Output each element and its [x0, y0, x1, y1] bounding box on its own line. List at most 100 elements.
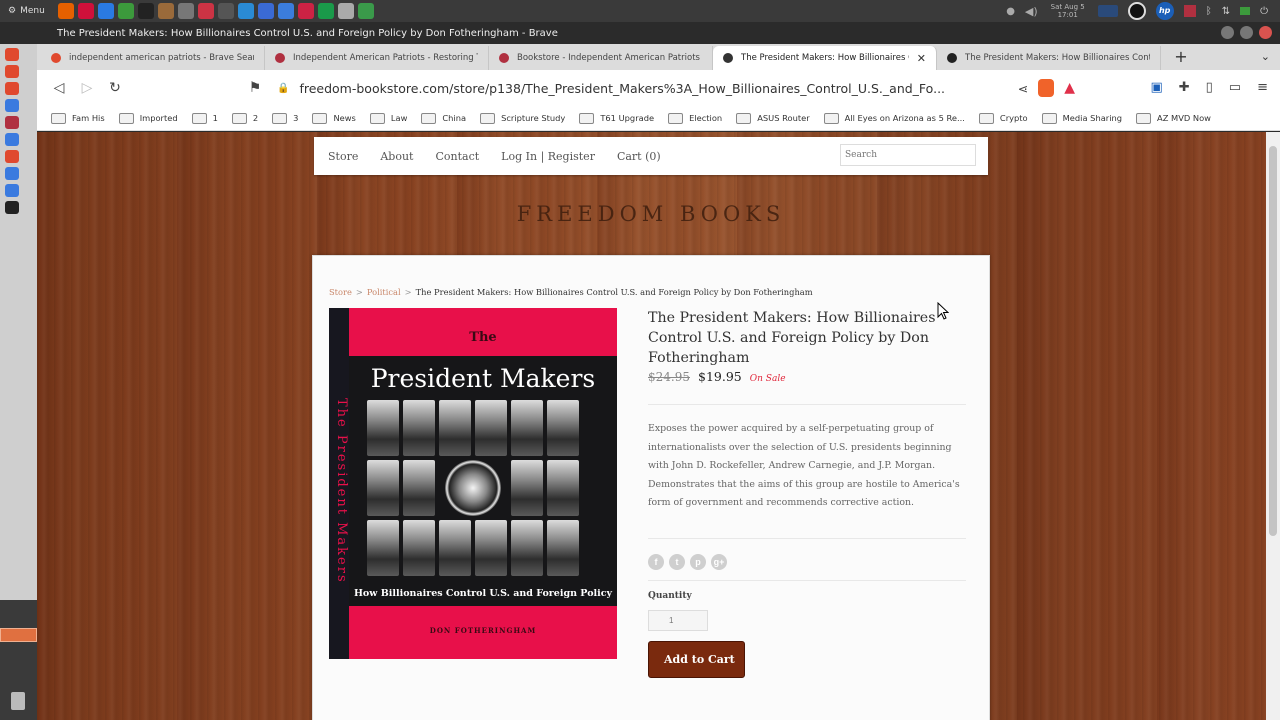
bookmark-page-icon[interactable]: ⚑: [241, 80, 269, 96]
nav-login-link[interactable]: Log In | Register: [501, 150, 595, 163]
clock[interactable]: Sat Aug 5 17:01: [1048, 3, 1088, 19]
breadcrumb-store-link[interactable]: Store: [329, 287, 352, 297]
dock-app-icon[interactable]: [5, 150, 19, 163]
brave-rewards-icon[interactable]: ▲: [1064, 80, 1075, 96]
trash-icon[interactable]: [11, 692, 25, 710]
address-bar[interactable]: 🔒 freedom-bookstore.com/store/p138/The_P…: [277, 75, 1075, 101]
bookmark-item[interactable]: 2: [231, 112, 258, 124]
bookmark-item[interactable]: 3: [272, 112, 298, 124]
browser-menu-icon[interactable]: ≡: [1257, 80, 1268, 95]
app-launcher-icon[interactable]: [178, 3, 194, 19]
page-scrollbar[interactable]: [1266, 132, 1280, 720]
new-tab-button[interactable]: +: [1169, 46, 1193, 70]
start-menu[interactable]: ⚙ Menu: [0, 6, 58, 16]
bookmark-item[interactable]: ASUS Router: [736, 112, 810, 124]
app-launcher-icon[interactable]: [358, 3, 374, 19]
bookmark-item[interactable]: All Eyes on Arizona as 5 Re...: [823, 112, 965, 124]
hp-icon[interactable]: hp: [1155, 2, 1174, 20]
close-window-button[interactable]: [1259, 26, 1272, 39]
power-icon[interactable]: ⏻: [1260, 6, 1268, 17]
nav-store-link[interactable]: Store: [328, 150, 358, 163]
bookmark-item[interactable]: Media Sharing: [1041, 112, 1122, 124]
app-launcher-icon[interactable]: [278, 3, 294, 19]
bookmark-item[interactable]: Election: [668, 112, 722, 124]
extensions-icon[interactable]: ✚: [1179, 80, 1190, 95]
app-launcher-icon[interactable]: [58, 3, 74, 19]
obs-icon[interactable]: [1127, 2, 1146, 20]
twitter-icon[interactable]: t: [669, 554, 685, 570]
scrollbar-thumb[interactable]: [1269, 146, 1277, 536]
pinterest-icon[interactable]: p: [690, 554, 706, 570]
folder-icon: [1136, 112, 1152, 124]
lock-icon[interactable]: 🔒: [277, 83, 289, 94]
bookmark-item[interactable]: AZ MVD Now: [1136, 112, 1211, 124]
breadcrumb-category-link[interactable]: Political: [367, 287, 401, 297]
app-launcher-icon[interactable]: [98, 3, 114, 19]
site-search-input[interactable]: [840, 144, 976, 166]
app-launcher-icon[interactable]: [338, 3, 354, 19]
app-launcher-icon[interactable]: [118, 3, 134, 19]
product-image[interactable]: The President Makers The President Maker…: [329, 308, 617, 659]
folder-icon: [823, 112, 839, 124]
browser-tab[interactable]: Bookstore - Independent American Patriot…: [489, 46, 713, 70]
dock-app-icon[interactable]: [5, 82, 19, 95]
bookmark-item[interactable]: Fam His: [51, 112, 105, 124]
bookmark-item[interactable]: News: [312, 112, 356, 124]
dock-app-icon[interactable]: [5, 65, 19, 78]
bookmark-item[interactable]: T61 Upgrade: [579, 112, 654, 124]
bookmark-item[interactable]: Crypto: [978, 112, 1028, 124]
nav-about-link[interactable]: About: [380, 150, 413, 163]
volume-icon[interactable]: ◀): [1025, 5, 1038, 18]
app-launcher-icon[interactable]: [238, 3, 254, 19]
dock-app-icon[interactable]: [5, 201, 19, 214]
app-launcher-icon[interactable]: [318, 3, 334, 19]
sidebar-icon[interactable]: ▯: [1206, 80, 1213, 95]
app-launcher-icon[interactable]: [218, 3, 234, 19]
bookmark-item[interactable]: China: [421, 112, 466, 124]
browser-tab[interactable]: The President Makers: How Billionaires C…: [713, 46, 937, 70]
nav-contact-link[interactable]: Contact: [435, 150, 479, 163]
quantity-input[interactable]: [648, 610, 708, 631]
app-launcher-icon[interactable]: [298, 3, 314, 19]
browser-tab[interactable]: Independent American Patriots - Restorin…: [265, 46, 489, 70]
app-tray-icon[interactable]: [1183, 5, 1196, 17]
app-launcher-icon[interactable]: [138, 3, 154, 19]
browser-tab[interactable]: The President Makers: How Billionaires C…: [937, 46, 1161, 70]
bluetooth-icon[interactable]: ᛒ: [1206, 6, 1212, 17]
bookmark-item[interactable]: Law: [369, 112, 407, 124]
workspace-switcher[interactable]: [0, 628, 37, 642]
dock-app-icon[interactable]: [5, 133, 19, 146]
app-launcher-icon[interactable]: [158, 3, 174, 19]
dock-app-icon[interactable]: [5, 184, 19, 197]
tab-list-chevron-icon[interactable]: ⌄: [1261, 50, 1270, 63]
add-to-cart-button[interactable]: Add to Cart: [648, 641, 745, 678]
bookmark-item[interactable]: 1: [191, 112, 218, 124]
dock-app-icon[interactable]: [5, 167, 19, 180]
minimize-button[interactable]: [1221, 26, 1234, 39]
nav-cart-link[interactable]: Cart (0): [617, 150, 661, 163]
bitwarden-icon[interactable]: ▣: [1150, 80, 1162, 95]
back-button[interactable]: ◁: [45, 80, 73, 96]
dock-app-icon[interactable]: [5, 48, 19, 61]
browser-tab[interactable]: independent american patriots - Brave Se…: [41, 46, 265, 70]
bookmark-item[interactable]: Scripture Study: [480, 112, 565, 124]
app-launcher-icon[interactable]: [198, 3, 214, 19]
reload-button[interactable]: ↻: [101, 80, 129, 96]
forward-button[interactable]: ▷: [73, 80, 101, 96]
facebook-icon[interactable]: f: [648, 554, 664, 570]
google-plus-icon[interactable]: g+: [711, 554, 727, 570]
app-launcher-icon[interactable]: [78, 3, 94, 19]
maximize-button[interactable]: [1240, 26, 1253, 39]
dock-app-icon[interactable]: [5, 99, 19, 112]
portrait: [367, 520, 399, 576]
brave-shields-icon[interactable]: [1038, 79, 1055, 97]
tab-close-icon[interactable]: ✕: [917, 52, 926, 65]
microphone-icon[interactable]: ●: [1006, 6, 1015, 17]
bookmark-item[interactable]: Imported: [118, 112, 178, 124]
dock-app-icon[interactable]: [5, 116, 19, 129]
wallet-icon[interactable]: ▭: [1229, 80, 1241, 95]
share-icon[interactable]: ⋖: [1018, 81, 1028, 96]
battery-icon[interactable]: [1240, 7, 1251, 15]
app-launcher-icon[interactable]: [258, 3, 274, 19]
network-icon[interactable]: ⇅: [1222, 6, 1230, 17]
